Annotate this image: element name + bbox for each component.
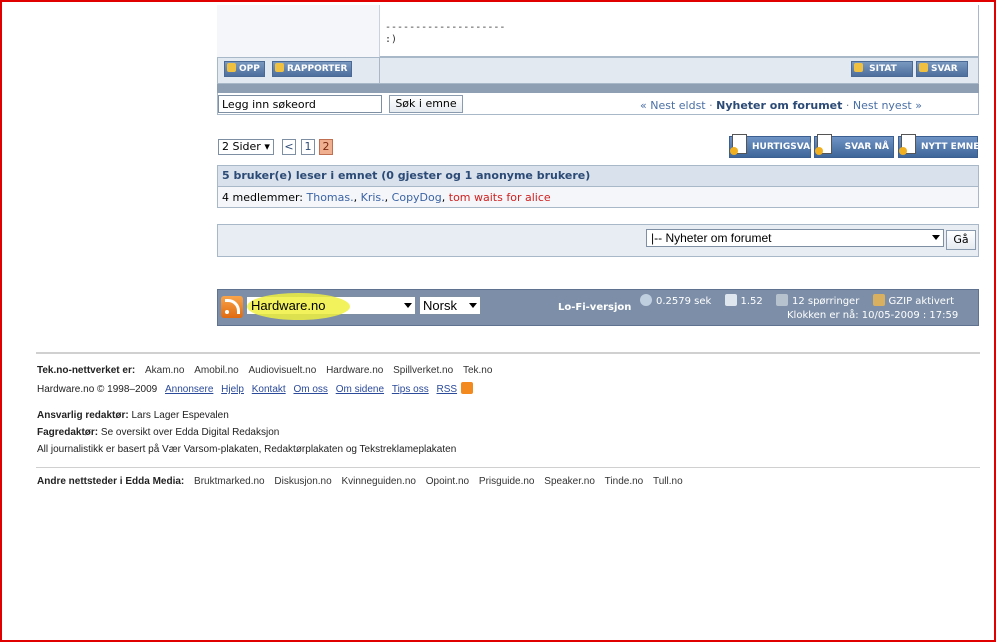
topic-search-input[interactable] [218,95,382,113]
journalism-line: All journalistikk er basert på Vær Varso… [37,444,457,455]
previous-topic-link[interactable]: « Nest eldst [640,99,706,112]
rss-link[interactable]: RSS [436,384,457,395]
rss-icon[interactable] [461,382,474,394]
edda-site-link[interactable]: Kvinneguiden.no [341,476,416,487]
network-site-link[interactable]: Amobil.no [194,365,238,376]
reply-now-button[interactable]: SVAR NÅ [814,134,894,158]
chevron-down-icon [932,235,940,240]
warning-icon [275,63,284,72]
edda-site-link[interactable]: Opoint.no [426,476,469,487]
edda-site-link[interactable]: Tinde.no [605,476,644,487]
chevron-down-icon: ▾ [264,140,270,153]
network-site-link[interactable]: Akam.no [145,365,184,376]
current-time: Klokken er nå: 10/05-2009 : 17:59 [787,310,959,321]
advertise-link[interactable]: Annonsere [165,384,213,395]
plus-icon [854,63,863,72]
new-topic-button[interactable]: NYTT EMNE [898,134,979,158]
arrow-up-icon [227,63,236,72]
tips-link[interactable]: Tips oss [392,384,429,395]
report-button[interactable]: RAPPORTER [272,61,353,77]
network-site-link[interactable]: Tek.no [463,365,492,376]
footer-divider [36,352,980,354]
database-icon [775,294,788,306]
next-topic-link[interactable]: Nest nyest » [853,99,922,112]
server-load-icon [724,294,737,306]
edda-site-link[interactable]: Diskusjon.no [274,476,331,487]
post-toolbar-divider [379,57,380,84]
previous-page-button[interactable]: < [282,139,296,155]
quick-reply-button[interactable]: HURTIGSVAR [729,134,817,158]
fag-editor-line: Fagredaktør: Se oversikt over Edda Digit… [37,427,280,438]
language-select[interactable]: Norsk [419,296,481,315]
forum-link[interactable]: Nyheter om forumet [716,99,842,112]
post-text: :) [385,34,398,45]
edda-site-link[interactable]: Prisguide.no [479,476,535,487]
rss-icon[interactable] [221,296,243,318]
network-sites: Tek.no-nettverket er: Akam.no Amobil.no … [37,365,493,376]
edda-site-link[interactable]: Tull.no [653,476,683,487]
edda-site-link[interactable]: Bruktmarked.no [194,476,265,487]
forum-jump-select[interactable]: |-- Nyheter om forumet [646,229,944,247]
edda-site-link[interactable]: Speaker.no [544,476,595,487]
page-link-2-current[interactable]: 2 [319,139,333,155]
members-list: 4 medlemmer: Thomas., Kris., CopyDog, to… [222,191,551,204]
topic-navigation: « Nest eldst · Nyheter om forumet · Nest… [640,99,922,112]
about-link[interactable]: Om oss [293,384,327,395]
go-button[interactable]: Gå [946,230,976,250]
network-site-link[interactable]: Audiovisuelt.no [248,365,316,376]
document-icon [730,134,747,155]
page-stats: 0.2579 sek 1.52 12 spørringer GZIP aktiv… [640,294,954,307]
member-link[interactable]: tom waits for alice [449,191,551,204]
lofi-version-link[interactable]: Lo-Fi-versjon [558,302,631,313]
copyright-line: Hardware.no © 1998–2009 Annonsere Hjelp … [37,382,474,395]
member-link[interactable]: CopyDog [392,191,442,204]
editor-line: Ansvarlig redaktør: Lars Lager Espevalen [37,410,229,421]
chevron-down-icon [404,303,412,308]
post-footer-bar [217,84,979,93]
network-site-link[interactable]: Spillverket.no [393,365,453,376]
search-topic-button[interactable]: Søk i emne [389,95,463,113]
pages-dropdown[interactable]: 2 Sider ▾ [218,139,274,155]
post-signature-separator: -------------------- [385,22,506,33]
edda-sites: Andre nettsteder i Edda Media: Bruktmark… [37,476,683,487]
clock-icon [640,294,652,306]
readers-title: 5 bruker(e) leser i emnet (0 gjester og … [222,169,591,182]
chevron-down-icon [469,303,477,308]
post-author-column [217,5,380,57]
page-link-1[interactable]: 1 [301,139,315,155]
site-select-value: Hardware.no [251,298,326,313]
document-icon [815,134,832,155]
document-icon [899,134,916,155]
member-link[interactable]: Kris. [361,191,385,204]
about-pages-link[interactable]: Om sidene [336,384,384,395]
member-link[interactable]: Thomas. [307,191,354,204]
network-site-link[interactable]: Hardware.no [326,365,383,376]
quote-button[interactable]: SITAT [851,61,913,77]
help-link[interactable]: Hjelp [221,384,244,395]
contact-link[interactable]: Kontakt [252,384,286,395]
gzip-icon [872,294,885,306]
quote-icon [919,63,928,72]
footer-divider [36,467,980,468]
reply-button[interactable]: SVAR [916,61,968,77]
up-button[interactable]: OPP [224,61,265,77]
